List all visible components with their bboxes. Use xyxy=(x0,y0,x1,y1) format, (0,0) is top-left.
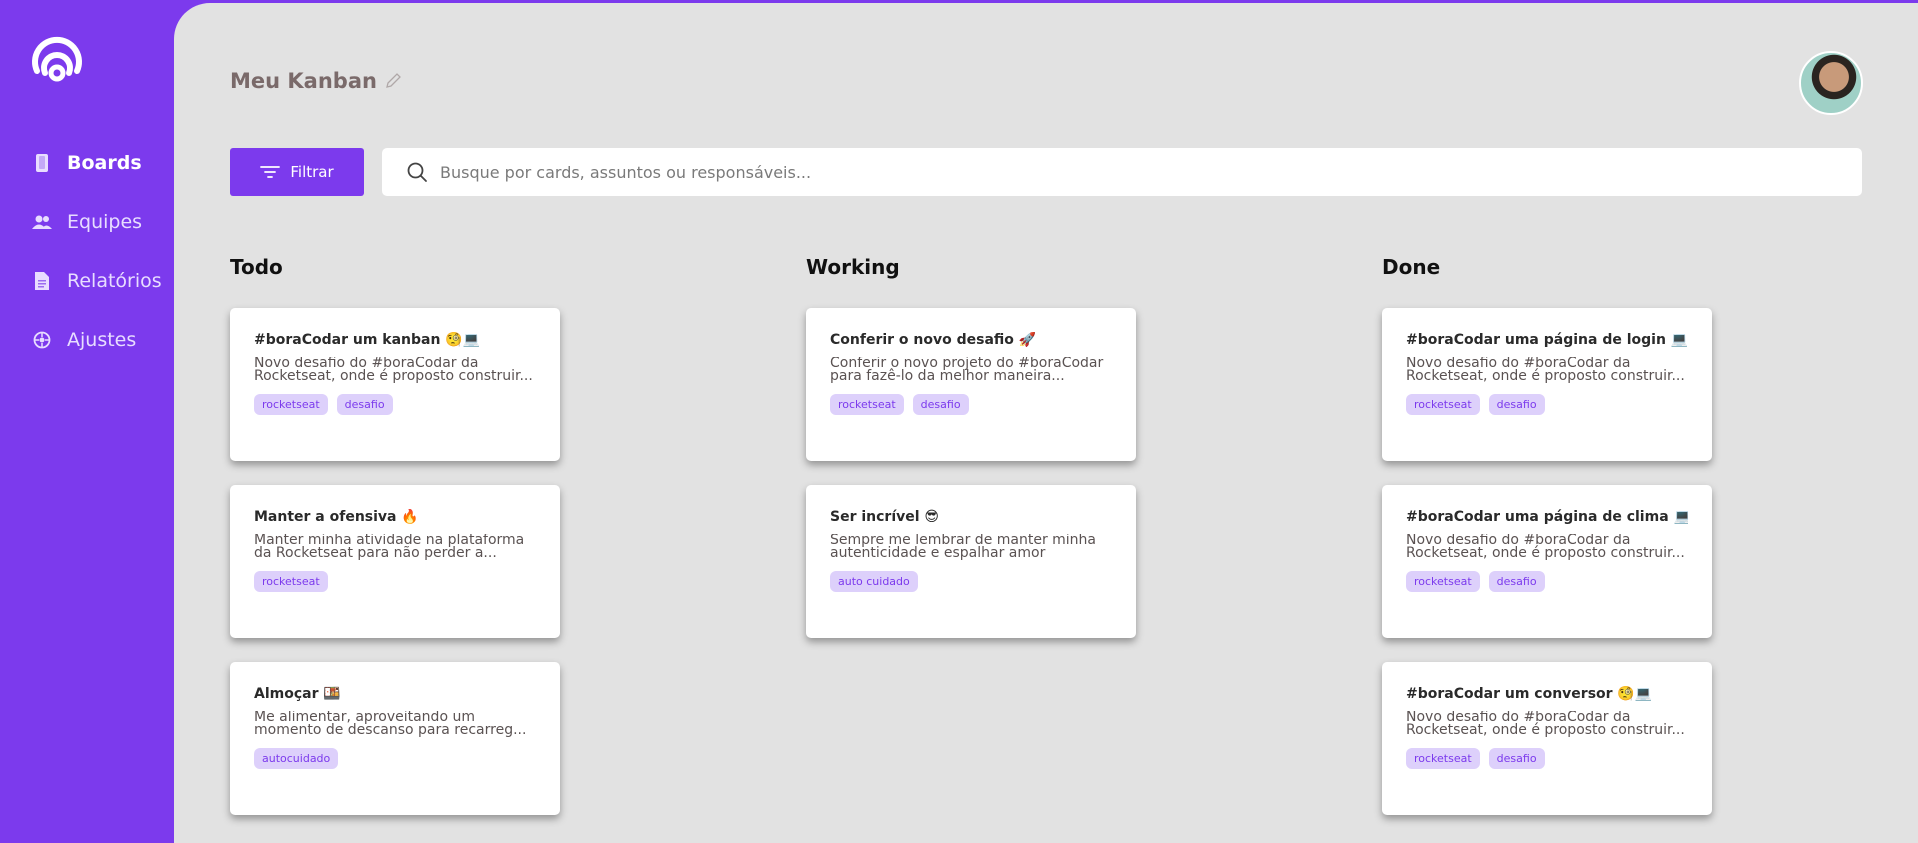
phone-icon xyxy=(31,152,53,174)
card-description: Me alimentar, aproveitando um momento de… xyxy=(254,711,527,738)
kanban-card[interactable]: #boraCodar um kanban 🧐💻 Novo desafio do … xyxy=(230,308,560,461)
card-title: Ser incrível 😎 xyxy=(830,509,940,525)
column-title: Working xyxy=(806,255,900,279)
kanban-card[interactable]: #boraCodar uma página de login 💻 Novo de… xyxy=(1382,308,1712,461)
search-input[interactable] xyxy=(440,162,1862,182)
filter-button-label: Filtrar xyxy=(290,163,334,181)
card-description: Sempre me lembrar de manter minha autent… xyxy=(830,534,1097,561)
search-bar xyxy=(382,148,1862,196)
card-tag[interactable]: rocketseat xyxy=(254,571,328,592)
kanban-card[interactable]: #boraCodar uma página de clima 💻 Novo de… xyxy=(1382,485,1712,638)
card-tag[interactable]: desafio xyxy=(912,394,969,415)
column-title: Todo xyxy=(230,255,283,279)
card-tag[interactable]: rocketseat xyxy=(830,394,904,415)
filter-button[interactable]: Filtrar xyxy=(230,148,364,196)
sidebar: Boards Equipes Relatórios Ajustes xyxy=(0,0,174,843)
card-title: Conferir o novo desafio 🚀 xyxy=(830,332,1037,348)
card-description: Novo desafio do #boraCodar da Rocketseat… xyxy=(1406,357,1685,384)
filter-icon xyxy=(260,166,281,178)
page-title: Meu Kanban xyxy=(230,69,377,93)
avatar[interactable] xyxy=(1799,51,1863,115)
card-title: #boraCodar um kanban 🧐💻 xyxy=(254,332,481,348)
card-title: Manter a ofensiva 🔥 xyxy=(254,509,419,525)
kanban-card[interactable]: Almoçar 🍱 Me alimentar, aproveitando um … xyxy=(230,662,560,815)
sidebar-item-ajustes[interactable]: Ajustes xyxy=(31,325,162,355)
card-title: Almoçar 🍱 xyxy=(254,686,341,702)
kanban-card[interactable]: #boraCodar um conversor 🧐💻 Novo desafio … xyxy=(1382,662,1712,815)
sidebar-item-label: Relatórios xyxy=(67,270,162,292)
card-tag[interactable]: autocuidado xyxy=(254,748,339,769)
pencil-icon[interactable] xyxy=(384,72,402,90)
kanban-card[interactable]: Ser incrível 😎 Sempre me lembrar de mant… xyxy=(806,485,1136,638)
card-tag[interactable]: desafio xyxy=(336,394,393,415)
logo-icon[interactable] xyxy=(31,31,83,87)
card-title: #boraCodar um conversor 🧐💻 xyxy=(1406,686,1653,702)
sidebar-item-label: Equipes xyxy=(67,211,143,233)
sidebar-item-boards[interactable]: Boards xyxy=(31,148,162,178)
card-tag[interactable]: rocketseat xyxy=(1406,571,1480,592)
sidebar-nav: Boards Equipes Relatórios Ajustes xyxy=(31,148,162,384)
card-tag[interactable]: auto cuidado xyxy=(830,571,918,592)
card-title: #boraCodar uma página de login 💻 xyxy=(1406,332,1688,348)
page-header: Meu Kanban xyxy=(230,69,402,93)
card-tag[interactable]: rocketseat xyxy=(1406,748,1480,769)
users-icon xyxy=(31,211,53,233)
card-tag[interactable]: rocketseat xyxy=(1406,394,1480,415)
sidebar-item-equipes[interactable]: Equipes xyxy=(31,207,162,237)
card-description: Novo desafio do #boraCodar da Rocketseat… xyxy=(1406,534,1685,561)
column-todo: Todo #boraCodar um kanban 🧐💻 Novo desafi… xyxy=(230,255,570,839)
card-tag[interactable]: rocketseat xyxy=(254,394,328,415)
sidebar-item-label: Boards xyxy=(67,152,142,174)
column-title: Done xyxy=(1382,255,1441,279)
card-tag[interactable]: desafio xyxy=(1488,748,1545,769)
kanban-card[interactable]: Conferir o novo desafio 🚀 Conferir o nov… xyxy=(806,308,1136,461)
kanban-card[interactable]: Manter a ofensiva 🔥 Manter minha ativida… xyxy=(230,485,560,638)
sidebar-item-relatorios[interactable]: Relatórios xyxy=(31,266,162,296)
column-done: Done #boraCodar uma página de login 💻 No… xyxy=(1382,255,1722,839)
card-description: Manter minha atividade na plataforma da … xyxy=(254,534,525,561)
main-content: Meu Kanban Filtrar Todo #boraCodar um ka… xyxy=(174,3,1918,843)
sidebar-item-label: Ajustes xyxy=(67,329,137,351)
card-tag[interactable]: desafio xyxy=(1488,394,1545,415)
document-icon xyxy=(31,270,53,292)
card-description: Novo desafio do #boraCodar da Rocketseat… xyxy=(254,357,533,384)
card-description: Novo desafio do #boraCodar da Rocketseat… xyxy=(1406,711,1685,738)
column-working: Working Conferir o novo desafio 🚀 Confer… xyxy=(806,255,1146,662)
search-icon xyxy=(407,162,427,182)
settings-icon xyxy=(31,329,53,351)
card-title: #boraCodar uma página de clima 💻 xyxy=(1406,509,1688,525)
card-tag[interactable]: desafio xyxy=(1488,571,1545,592)
card-description: Conferir o novo projeto do #boraCodar pa… xyxy=(830,357,1104,384)
